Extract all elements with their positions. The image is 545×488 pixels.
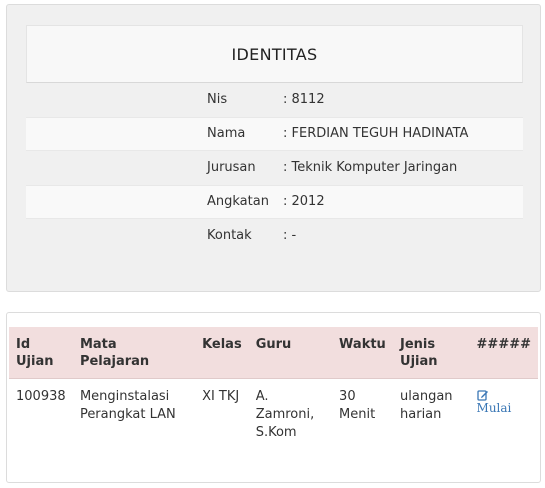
jurusan-label: Jurusan [207,160,256,175]
identity-row-nis: Nis : 8112 [26,83,523,117]
edit-icon [476,390,488,401]
identity-list: Nis : 8112 Nama : FERDIAN TEGUH HADINATA… [26,83,523,253]
cell-aksi: Mulai [470,379,538,452]
kontak-value: : - [283,228,297,243]
table-header-row: Id Ujian Mata Pelajaran Kelas Guru Waktu… [9,327,538,379]
cell-kelas: XI TKJ [202,389,240,404]
col-guru-header: Guru [248,327,333,379]
cell-id: 100938 [16,389,66,404]
exam-panel: Id Ujian Mata Pelajaran Kelas Guru Waktu… [6,312,541,483]
identity-row-kontak: Kontak : - [26,219,523,253]
col-kelas-header: Kelas [195,327,249,379]
mulai-link[interactable]: Mulai [476,388,512,415]
col-aksi-header: ##### [469,327,538,379]
nis-label: Nis [207,92,228,107]
cell-jenis: ulangan harian [400,389,453,422]
col-mapel-header: Mata Pelajaran [72,327,196,379]
cell-guru: A. Zamroni, S.Kom [255,389,315,440]
table-row: 100938 Menginstalasi Perangkat LAN XI TK… [9,379,538,452]
nama-label: Nama [207,126,246,141]
cell-mapel: Menginstalasi Perangkat LAN [79,389,176,422]
exam-table: Id Ujian Mata Pelajaran Kelas Guru Waktu… [9,327,538,451]
nis-value: : 8112 [283,92,325,107]
identity-title: IDENTITAS [26,25,523,83]
identity-row-jurusan: Jurusan : Teknik Komputer Jaringan [26,151,523,185]
nama-value: : FERDIAN TEGUH HADINATA [283,126,469,141]
angkatan-value: : 2012 [283,194,325,209]
col-waktu-header: Waktu [332,327,394,379]
col-jenis-header: Jenis Ujian [393,327,470,379]
identity-row-angkatan: Angkatan : 2012 [26,185,523,219]
cell-waktu: 30 Menit [339,389,376,422]
angkatan-label: Angkatan [207,194,269,209]
jurusan-value: : Teknik Komputer Jaringan [283,160,458,175]
mulai-label: Mulai [476,401,512,415]
kontak-label: Kontak [207,228,252,243]
identity-panel: IDENTITAS Nis : 8112 Nama : FERDIAN TEGU… [6,4,541,292]
col-id-header: Id Ujian [9,327,73,379]
identity-row-nama: Nama : FERDIAN TEGUH HADINATA [26,117,523,151]
